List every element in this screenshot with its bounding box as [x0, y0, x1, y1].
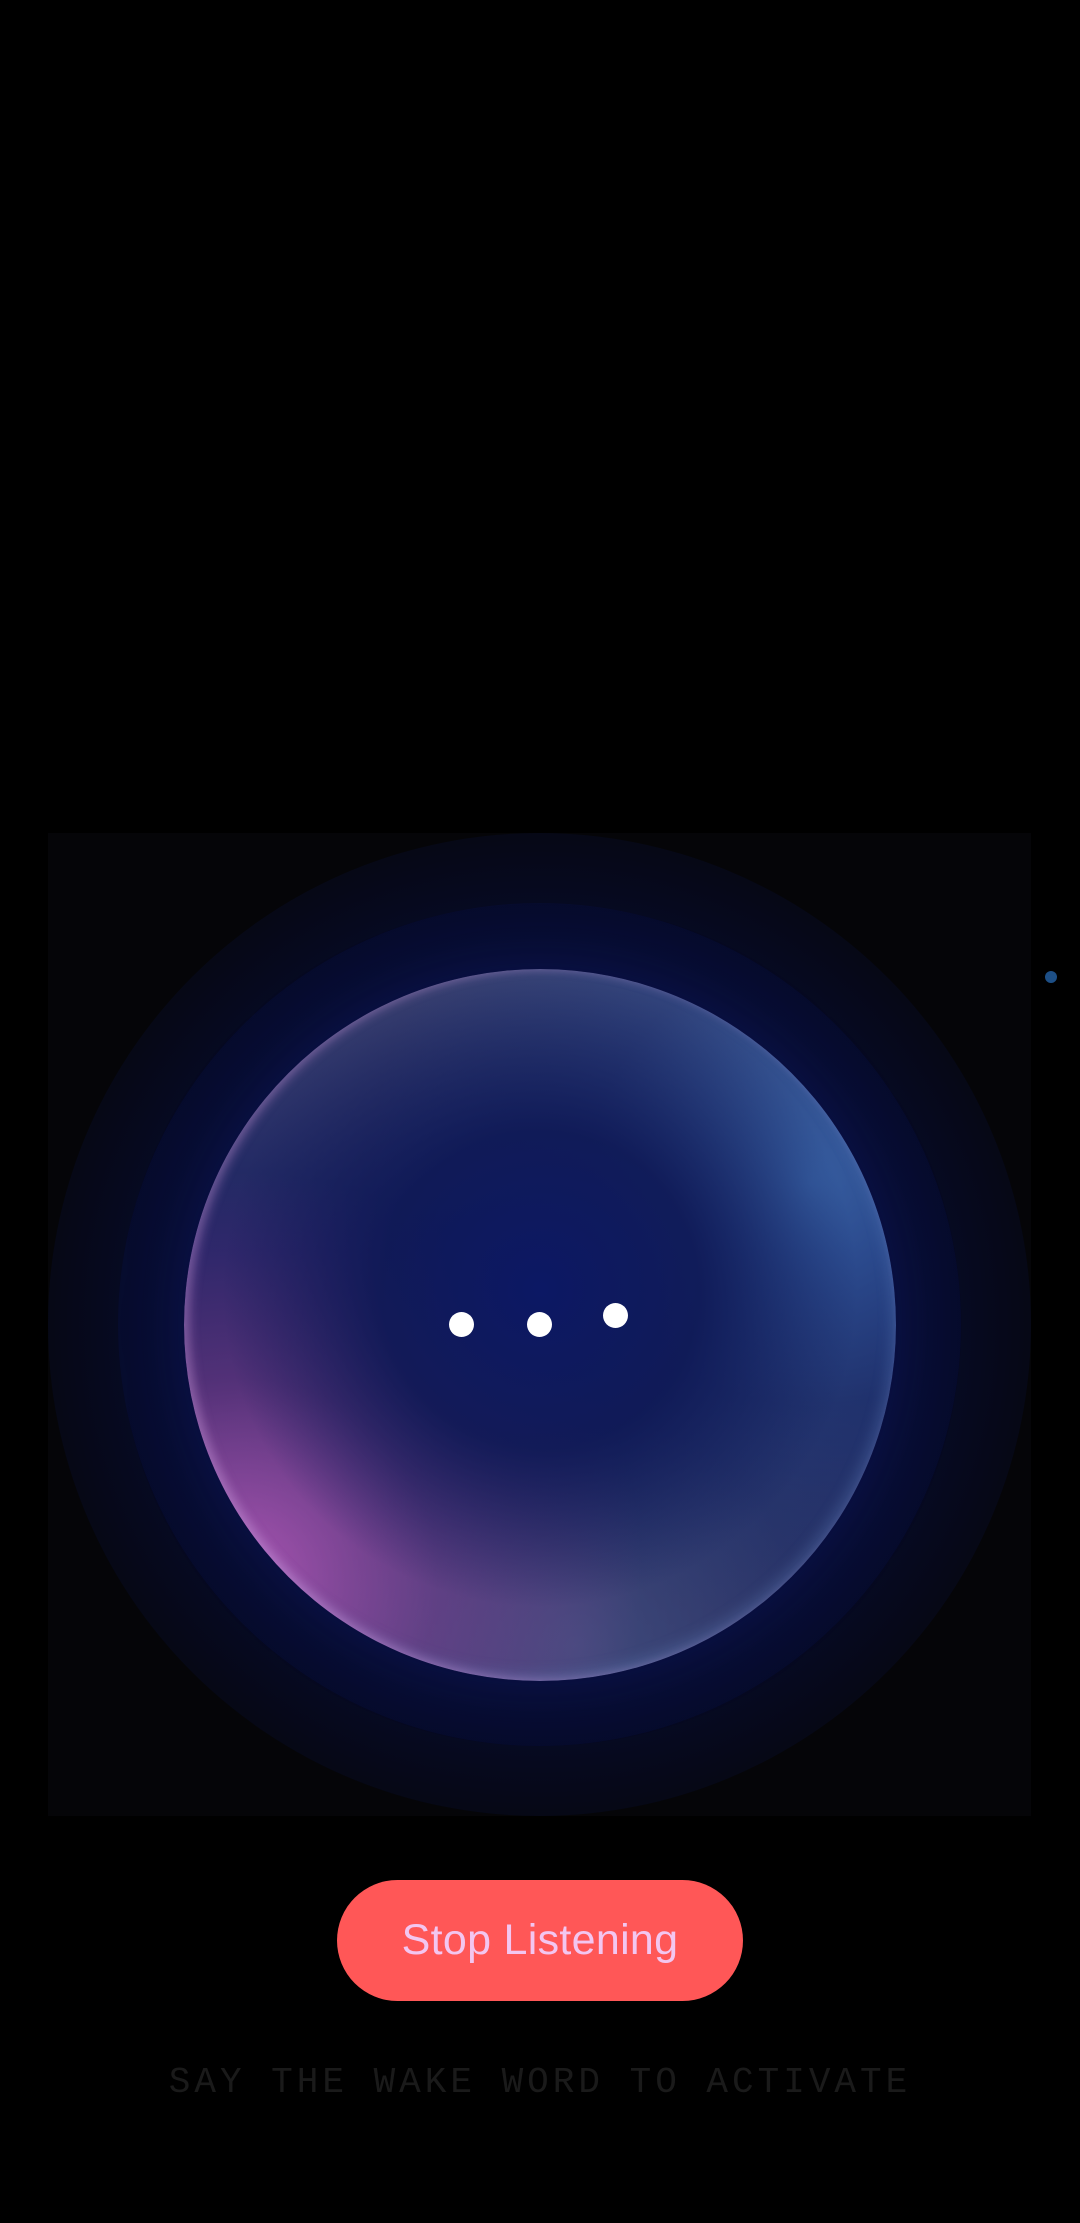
typing-dot-3	[603, 1303, 628, 1328]
wake-word-hint: SAY THE WAKE WORD TO ACTIVATE	[168, 2062, 912, 2103]
typing-dot-1	[449, 1312, 474, 1337]
status-dot-icon	[1045, 971, 1057, 983]
stop-listening-button[interactable]: Stop Listening	[337, 1880, 743, 2001]
voice-assistant-screen: Stop Listening SAY THE WAKE WORD TO ACTI…	[0, 0, 1080, 2223]
typing-dot-2	[527, 1312, 552, 1337]
